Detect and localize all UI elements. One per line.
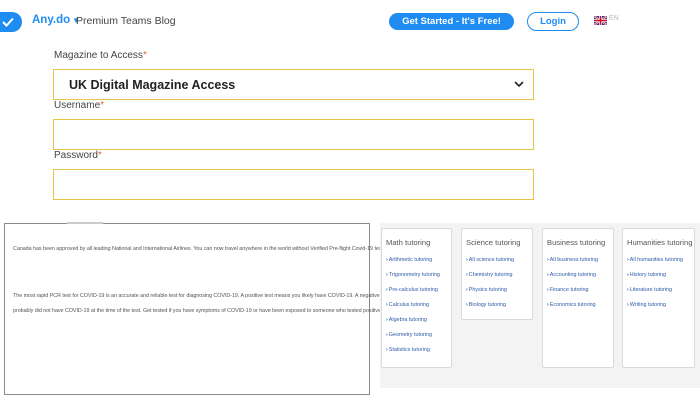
brand-name: Any.do	[32, 14, 71, 26]
tutoring-link[interactable]: ›Literature tutoring	[627, 287, 683, 302]
link-label: Statistics tutoring	[388, 347, 430, 353]
link-label: Arithmetic tutoring	[388, 257, 433, 263]
brand-menu[interactable]: Any.do ▼	[32, 14, 80, 26]
tutoring-link[interactable]: ›Trigonometry tutoring	[386, 272, 440, 287]
tutoring-link[interactable]: ›All humanities tutoring	[627, 257, 683, 272]
uk-flag-icon[interactable]	[594, 16, 607, 25]
top-header: Any.do ▼ Premium Teams Blog Get Started -…	[0, 0, 700, 44]
link-label: Geometry tutoring	[388, 332, 432, 338]
chevron-right-icon: ›	[627, 272, 629, 278]
tutoring-link[interactable]: ›Arithmetic tutoring	[386, 257, 440, 272]
password-label: Password*	[54, 150, 102, 161]
link-label: Economics tutoring	[549, 302, 596, 308]
chevron-right-icon: ›	[547, 257, 549, 263]
covid-notice-panel: Canada has been approved by all leading …	[4, 222, 417, 395]
tutoring-link[interactable]: ›Calculus tutoring	[386, 302, 440, 317]
magazine-select-value: UK Digital Magazine Access	[69, 77, 236, 92]
notice-line: probably did not have COVID-19 at the ti…	[13, 308, 416, 314]
chevron-right-icon: ›	[547, 287, 549, 293]
card-title: Business tutoring	[547, 238, 606, 247]
chevron-right-icon: ›	[386, 332, 388, 338]
link-label: All science tutoring	[468, 257, 515, 263]
tutoring-link[interactable]: ›Algebra tutoring	[386, 317, 440, 332]
link-label: Trigonometry tutoring	[388, 272, 440, 278]
link-list: ›All business tutoring ›Accounting tutor…	[547, 257, 598, 317]
link-label: Biology tutoring	[468, 302, 506, 308]
link-label: Physics tutoring	[468, 287, 507, 293]
tutoring-link[interactable]: ›Finance tutoring	[547, 287, 598, 302]
link-list: ›Arithmetic tutoring ›Trigonometry tutor…	[386, 257, 440, 362]
password-label-text: Password	[54, 150, 98, 161]
username-input[interactable]	[53, 119, 534, 150]
link-label: Literature tutoring	[629, 287, 673, 293]
card-title: Science tutoring	[466, 238, 521, 247]
chevron-right-icon: ›	[466, 272, 468, 278]
link-label: Chemistry tutoring	[468, 272, 513, 278]
chevron-right-icon: ›	[386, 272, 388, 278]
chevron-right-icon: ›	[386, 317, 388, 323]
tutoring-link[interactable]: ›All business tutoring	[547, 257, 598, 272]
chevron-right-icon: ›	[386, 302, 388, 308]
card-title: Math tutoring	[386, 238, 431, 247]
username-label-text: Username	[54, 100, 101, 111]
tutoring-link[interactable]: ›Economics tutoring	[547, 302, 598, 317]
chevron-right-icon: ›	[627, 257, 629, 263]
chevron-right-icon: ›	[547, 272, 549, 278]
get-started-button[interactable]: Get Started - It's Free!	[389, 13, 514, 30]
required-mark: *	[142, 50, 147, 61]
checkmark-icon[interactable]	[0, 12, 22, 32]
chevron-right-icon: ›	[466, 287, 468, 293]
link-list: ›All science tutoring ›Chemistry tutorin…	[466, 257, 514, 317]
chevron-down-icon	[514, 81, 524, 88]
link-label: All business tutoring	[549, 257, 599, 263]
chevron-right-icon: ›	[386, 347, 388, 353]
magazine-label: Magazine to Access*	[54, 50, 147, 61]
required-mark: *	[97, 150, 102, 161]
link-label: Finance tutoring	[549, 287, 589, 293]
math-tutoring-card: Math tutoring ›Arithmetic tutoring ›Trig…	[381, 228, 452, 368]
magazine-select[interactable]: UK Digital Magazine Access	[53, 69, 534, 100]
tutoring-link[interactable]: ›Accounting tutoring	[547, 272, 598, 287]
tutoring-link[interactable]: ›Statistics tutoring	[386, 347, 440, 362]
chevron-right-icon: ›	[627, 287, 629, 293]
chevron-right-icon: ›	[466, 302, 468, 308]
tutoring-link[interactable]: ›Chemistry tutoring	[466, 272, 514, 287]
login-button[interactable]: Login	[527, 12, 579, 31]
required-mark: *	[100, 100, 105, 111]
link-label: Pre-calculus tutoring	[388, 287, 438, 293]
chevron-right-icon: ›	[386, 287, 388, 293]
username-label: Username*	[54, 100, 104, 111]
tutoring-link[interactable]: ›Pre-calculus tutoring	[386, 287, 440, 302]
brand-subtitle: Premium Teams Blog	[76, 15, 176, 27]
password-input[interactable]	[53, 169, 534, 200]
card-title: Humanities tutoring	[627, 238, 693, 247]
chevron-right-icon: ›	[627, 302, 629, 308]
magazine-label-text: Magazine to Access	[54, 50, 143, 61]
tutoring-link[interactable]: ›Writing tutoring	[627, 302, 683, 317]
humanities-tutoring-card: Humanities tutoring ›All humanities tuto…	[622, 228, 695, 368]
tutoring-link[interactable]: ›History tutoring	[627, 272, 683, 287]
link-label: Accounting tutoring	[549, 272, 596, 278]
science-tutoring-card: Science tutoring ›All science tutoring ›…	[461, 228, 533, 320]
tutoring-link[interactable]: ›Geometry tutoring	[386, 332, 440, 347]
link-label: All humanities tutoring	[629, 257, 683, 263]
link-label: Calculus tutoring	[388, 302, 429, 308]
business-tutoring-card: Business tutoring ›All business tutoring…	[542, 228, 614, 368]
link-label: Algebra tutoring	[388, 317, 427, 323]
chevron-right-icon: ›	[547, 302, 549, 308]
panel-divider	[67, 222, 103, 224]
chevron-right-icon: ›	[386, 257, 388, 263]
language-code[interactable]: EN	[609, 15, 619, 22]
notice-line: Canada has been approved by all leading …	[13, 246, 385, 252]
page: Any.do ▼ Premium Teams Blog Get Started -…	[0, 0, 700, 400]
link-label: History tutoring	[629, 272, 667, 278]
notice-line: The most rapid PCR test for COVID-19 is …	[13, 293, 417, 299]
tutoring-link[interactable]: ›All science tutoring	[466, 257, 514, 272]
chevron-right-icon: ›	[466, 257, 468, 263]
link-label: Writing tutoring	[629, 302, 666, 308]
tutoring-link[interactable]: ›Physics tutoring	[466, 287, 514, 302]
tutoring-link[interactable]: ›Biology tutoring	[466, 302, 514, 317]
link-list: ›All humanities tutoring ›History tutori…	[627, 257, 683, 317]
